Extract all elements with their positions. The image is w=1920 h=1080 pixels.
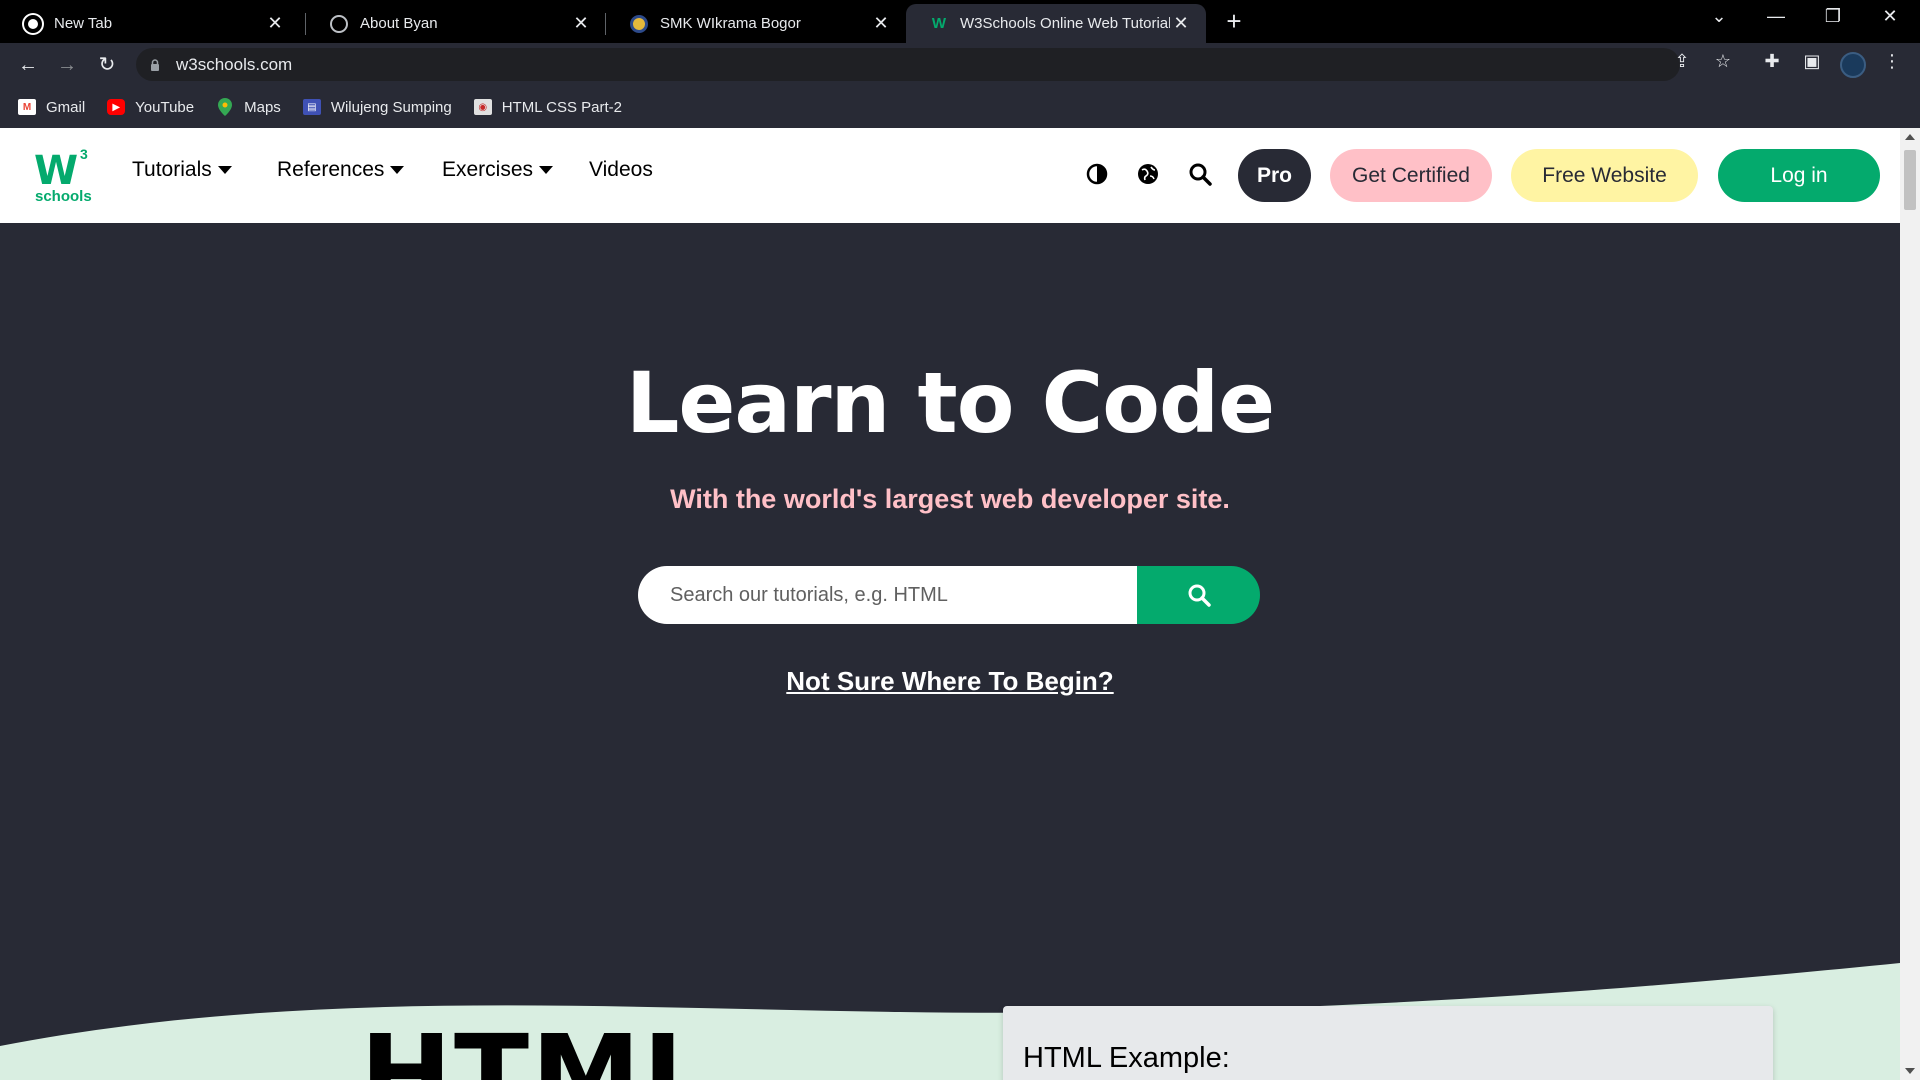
hero-title: Learn to Code [625,354,1275,452]
browser-tab-bar: New Tab ✕ About Byan ✕ SMK WIkrama Bogor… [0,0,1920,43]
logo-sup: 3 [80,146,88,162]
nav-tutorials[interactable]: Tutorials [132,158,232,182]
close-icon[interactable]: ✕ [264,13,286,34]
scroll-thumb[interactable] [1904,150,1916,210]
caret-down-icon [390,166,405,174]
minimize-icon[interactable]: — [1756,6,1796,27]
w3schools-icon: W [931,15,947,32]
forward-arrow-icon[interactable]: → [53,51,81,79]
site-icon: ◉ [473,99,492,115]
bookmark-youtube[interactable]: ▶ YouTube [107,99,194,116]
hero-subtitle: With the world's largest web developer s… [670,484,1230,514]
close-icon[interactable]: ✕ [870,13,892,34]
close-icon[interactable]: ✕ [1170,13,1192,34]
nav-label: Exercises [442,158,534,181]
bookmark-gmail[interactable]: M Gmail [18,99,85,116]
browser-toolbar: ← → ↻ w3schools.com ⇪ ☆ ✚ ▣ ⋮ [0,43,1920,86]
bookmark-star-icon[interactable]: ☆ [1709,51,1737,72]
nav-exercises[interactable]: Exercises [442,158,554,182]
example-title: HTML Example: [1023,1042,1230,1074]
bookmark-maps[interactable]: Maps [216,98,281,116]
restore-icon[interactable]: ❐ [1813,6,1853,27]
nav-references[interactable]: References [277,158,405,182]
bookmark-label: HTML CSS Part-2 [501,98,623,116]
web-page: W 3 schools Tutorials References Exercis… [0,128,1900,1080]
search-icon [1188,584,1211,607]
tutorial-search [638,566,1260,624]
caret-down-icon [217,166,232,174]
address-bar[interactable]: w3schools.com [136,48,1680,81]
caret-down-icon [539,166,554,174]
nav-label: Videos [589,158,653,181]
tab-title: SMK WIkrama Bogor [660,15,801,32]
gmail-icon: M [18,99,36,115]
search-icon[interactable] [1187,161,1213,187]
close-icon[interactable]: ✕ [570,13,592,34]
lock-icon [151,58,159,71]
html-example-card: HTML Example: [1003,1006,1773,1080]
html-section-heading: HTML [360,1011,715,1080]
free-website-button[interactable]: Free Website [1511,149,1698,202]
profile-avatar[interactable] [1840,52,1866,78]
youtube-icon: ▶ [107,99,126,115]
share-icon[interactable]: ⇪ [1668,51,1696,72]
tab-title: W3Schools Online Web Tutorials [960,15,1170,32]
school-emblem-icon [630,14,648,33]
bookmarks-bar: M Gmail ▶ YouTube Maps ▤ Wilujeng Sumpin… [0,86,1920,128]
pro-button[interactable]: Pro [1238,149,1311,202]
page-scrollbar[interactable] [1900,128,1920,1080]
dark-mode-toggle-icon[interactable] [1084,161,1110,187]
bookmark-label: Gmail [46,98,86,116]
tab-search-icon[interactable]: ⌄ [1699,6,1739,27]
tab-title: New Tab [54,15,113,32]
site-top-nav: W 3 schools Tutorials References Exercis… [0,128,1900,223]
browser-tab-w3schools[interactable]: W W3Schools Online Web Tutorials ✕ [906,4,1206,43]
window-close-icon[interactable]: ✕ [1870,6,1910,27]
tutorial-search-button[interactable] [1137,566,1260,624]
bookmark-label: Maps [244,98,281,116]
new-tab-button[interactable]: + [1220,8,1248,36]
bookmark-html-css-part-2[interactable]: ◉ HTML CSS Part-2 [473,98,623,116]
browser-tab-smk-wikrama[interactable]: SMK WIkrama Bogor ✕ [606,4,906,43]
logo-word: schools [35,188,92,205]
site-icon: ▤ [302,99,321,115]
get-certified-button[interactable]: Get Certified [1330,149,1492,202]
login-button[interactable]: Log in [1718,149,1880,202]
scroll-down-arrow-icon[interactable] [1905,1068,1915,1074]
browser-tab-new-tab[interactable]: New Tab ✕ [0,4,300,43]
globe-icon [330,14,348,33]
url-text: w3schools.com [176,54,293,74]
not-sure-where-to-begin-link[interactable]: Not Sure Where To Begin? [786,666,1113,696]
tutorial-search-input[interactable] [638,566,1138,624]
tab-title: About Byan [360,15,438,32]
chrome-icon [24,14,42,33]
side-panel-icon[interactable]: ▣ [1798,51,1826,72]
nav-videos[interactable]: Videos [589,158,653,182]
maps-icon [216,98,234,116]
bookmark-label: YouTube [135,98,195,116]
bookmark-label: Wilujeng Sumping [330,98,452,116]
w3schools-logo[interactable]: W 3 schools [34,146,94,206]
more-menu-icon[interactable]: ⋮ [1878,51,1906,72]
begin-link-row: Not Sure Where To Begin? [0,666,1900,697]
browser-tab-about-byan[interactable]: About Byan ✕ [306,4,606,43]
extensions-icon[interactable]: ✚ [1758,51,1786,72]
nav-label: References [277,158,385,181]
globe-icon[interactable] [1135,161,1161,187]
bookmark-wilujeng-sumping[interactable]: ▤ Wilujeng Sumping [302,98,452,116]
nav-label: Tutorials [132,158,212,181]
reload-icon[interactable]: ↻ [93,51,121,79]
back-arrow-icon[interactable]: ← [14,51,42,79]
scroll-up-arrow-icon[interactable] [1905,134,1915,140]
